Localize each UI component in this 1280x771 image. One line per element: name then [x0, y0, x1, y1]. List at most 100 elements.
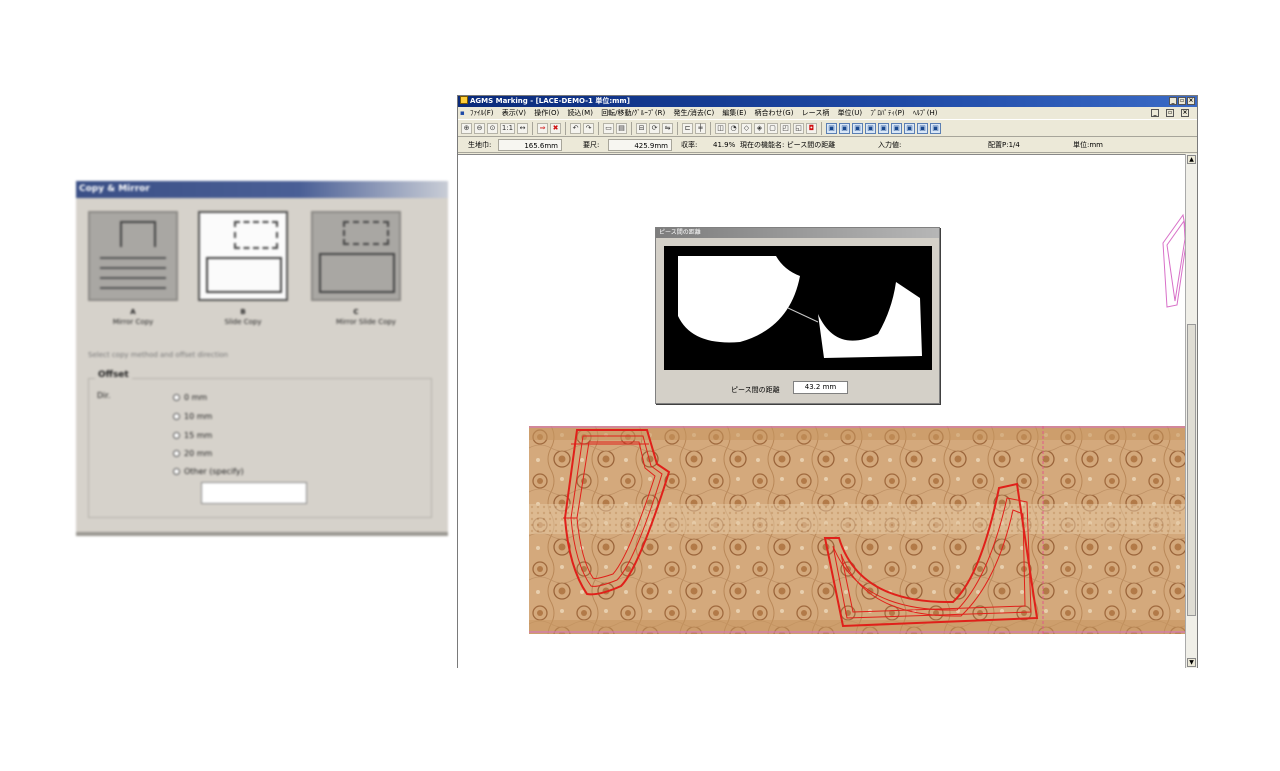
- agms-marking-window: AGMS Marking - [LACE-DEMO-1 単位:mm] _ ▫ ×…: [457, 95, 1198, 668]
- lace-tool-8-icon[interactable]: ▣: [917, 122, 928, 134]
- vertical-scrollbar[interactable]: ▲ ▼: [1185, 154, 1197, 668]
- piece-shape-icon: [120, 221, 156, 247]
- yield-label: 収率:: [681, 141, 698, 149]
- toolbar: ⊕ ⊖ ⊙ 1:1 ↔ ⇒ ✖ ↶ ↷ ▭ ▤ ⊟ ⟳ ⇋ ⊏ ╪ ◫ ◔ ◇ …: [458, 119, 1197, 137]
- radio-offset-0[interactable]: 0 mm: [173, 393, 207, 402]
- piece-distance-dialog-title: ピース間の距離: [656, 228, 939, 238]
- offset-value-input[interactable]: [201, 482, 307, 504]
- piece-group-icon[interactable]: ▢: [767, 122, 778, 134]
- lace-tool-4-icon[interactable]: ▣: [865, 122, 876, 134]
- direction-label: Dir.: [97, 391, 111, 400]
- lace-tool-2-icon[interactable]: ▣: [839, 122, 850, 134]
- menu-view[interactable]: 表示(V): [502, 109, 526, 117]
- redo-icon[interactable]: ↷: [583, 122, 594, 134]
- option-b-label: Slide Copy: [224, 318, 262, 326]
- menu-edit[interactable]: 編集(E): [722, 109, 746, 117]
- instruction-note: Select copy method and offset direction: [88, 351, 229, 359]
- marker-area-icon: [206, 257, 282, 293]
- copy-dialog-title: Copy & Mirror: [76, 181, 448, 198]
- piece-flip-icon[interactable]: ◈: [754, 122, 765, 134]
- doc-close-button[interactable]: ×: [1181, 109, 1189, 117]
- scroll-down-icon[interactable]: ▼: [1187, 658, 1196, 667]
- menu-generate-delete[interactable]: 発生/消去(C): [673, 109, 714, 117]
- menu-property[interactable]: ﾌﾟﾛﾊﾟﾃｨ(P): [870, 109, 904, 117]
- layout-single-icon[interactable]: ▭: [603, 122, 614, 134]
- minimize-button[interactable]: _: [1169, 97, 1177, 105]
- offset-group-title: Offset: [95, 370, 132, 380]
- menu-import[interactable]: 読込(M): [567, 109, 593, 117]
- fit-width-icon[interactable]: ↔: [517, 122, 528, 134]
- option-c-caption: C: [353, 308, 359, 316]
- window-title: AGMS Marking - [LACE-DEMO-1 単位:mm]: [470, 97, 630, 105]
- preview-piece-right: [818, 282, 922, 358]
- title-bar: AGMS Marking - [LACE-DEMO-1 単位:mm] _ ▫ ×: [458, 96, 1197, 107]
- option-a-label: Mirror Copy: [112, 318, 154, 326]
- restore-button[interactable]: ▫: [1178, 97, 1186, 105]
- piece-arrange-icon[interactable]: ◰: [780, 122, 791, 134]
- fabric-width-value: 165.6mm: [498, 139, 562, 151]
- piece-distance-preview: [664, 246, 932, 370]
- distance-value-field: 43.2 mm: [793, 381, 848, 394]
- option-mirror-slide-copy[interactable]: [311, 211, 401, 301]
- doc-restore-button[interactable]: ▫: [1166, 109, 1174, 117]
- lace-tool-9-icon[interactable]: ▣: [930, 122, 941, 134]
- status-bar: 生地巾: 165.6mm 要尺: 425.9mm 収率: 41.9% 現在の機能…: [458, 137, 1197, 153]
- preview-piece-left: [678, 256, 800, 343]
- radio-offset-20[interactable]: 20 mm: [173, 449, 212, 458]
- app-icon: [460, 96, 468, 104]
- lace-fabric: [529, 426, 1186, 634]
- zoom-in-icon[interactable]: ⊕: [461, 122, 472, 134]
- scroll-thumb[interactable]: [1187, 324, 1196, 616]
- menu-unit[interactable]: 単位(U): [838, 109, 863, 117]
- piece-distance-dialog: ピース間の距離 ピース間の距離 43.2 mm: [655, 227, 940, 404]
- piece-move-icon[interactable]: ◇: [741, 122, 752, 134]
- align-icon[interactable]: ⊟: [636, 122, 647, 134]
- menu-lace-pattern[interactable]: レース柄: [802, 109, 830, 117]
- piece-select-icon[interactable]: ◘: [806, 122, 817, 134]
- rotate-icon[interactable]: ⟳: [649, 122, 660, 134]
- radio-offset-15[interactable]: 15 mm: [173, 431, 212, 440]
- radio-offset-other[interactable]: Other (specify): [173, 467, 244, 476]
- layout-double-icon[interactable]: ▤: [616, 122, 627, 134]
- lace-tool-1-icon[interactable]: ▣: [826, 122, 837, 134]
- close-button[interactable]: ×: [1187, 97, 1195, 105]
- lace-tool-5-icon[interactable]: ▣: [878, 122, 889, 134]
- piece-shape-icon: [343, 221, 389, 245]
- menu-help[interactable]: ﾍﾙﾌﾟ(H): [913, 109, 938, 117]
- piece-rotate-icon[interactable]: ◔: [728, 122, 739, 134]
- menu-file[interactable]: ﾌｧｲﾙ(F): [470, 109, 494, 117]
- menu-rotate-move-group[interactable]: 回転/移動/ｸﾞﾙｰﾌﾟ(R): [601, 109, 665, 117]
- piece-copy-icon[interactable]: ◫: [715, 122, 726, 134]
- distance-icon[interactable]: ⊏: [682, 122, 693, 134]
- undo-icon[interactable]: ↶: [570, 122, 581, 134]
- input-value-label: 入力値:: [878, 141, 902, 149]
- radio-offset-10[interactable]: 10 mm: [173, 412, 212, 421]
- option-slide-copy[interactable]: [198, 211, 288, 301]
- option-c-label: Mirror Slide Copy: [336, 318, 396, 326]
- lace-tool-6-icon[interactable]: ▣: [891, 122, 902, 134]
- menu-operation[interactable]: 操作(O): [534, 109, 559, 117]
- unit-label: 単位:mm: [1073, 141, 1103, 149]
- lace-tool-7-icon[interactable]: ▣: [904, 122, 915, 134]
- doc-minimize-button[interactable]: _: [1151, 109, 1159, 117]
- required-length-value: 425.9mm: [608, 139, 672, 151]
- delete-icon[interactable]: ✖: [550, 122, 561, 134]
- zoom-out-icon[interactable]: ⊖: [474, 122, 485, 134]
- menu-bar: ▪ ﾌｧｲﾙ(F) 表示(V) 操作(O) 読込(M) 回転/移動/ｸﾞﾙｰﾌﾟ…: [458, 107, 1197, 119]
- option-mirror-copy[interactable]: [88, 211, 178, 301]
- doc-icon: ▪: [460, 109, 465, 117]
- option-a-caption: A: [130, 308, 136, 316]
- lace-tool-3-icon[interactable]: ▣: [852, 122, 863, 134]
- zoom-window-icon[interactable]: ⊙: [487, 122, 498, 134]
- scroll-up-icon[interactable]: ▲: [1187, 155, 1196, 164]
- measure-icon[interactable]: ╪: [695, 122, 706, 134]
- piece-mirror-icon[interactable]: ◱: [793, 122, 804, 134]
- menu-pattern-match[interactable]: 柄合わせ(G): [755, 109, 794, 117]
- zoom-actual-button[interactable]: 1:1: [500, 122, 515, 134]
- marking-canvas[interactable]: ピース間の距離 ピース間の距離 43.2 mm: [458, 154, 1188, 668]
- piece-shape-icon: [234, 221, 278, 249]
- move-arrow-icon[interactable]: ⇒: [537, 122, 548, 134]
- distance-label: ピース間の距離: [731, 386, 780, 394]
- flip-icon[interactable]: ⇋: [662, 122, 673, 134]
- lace-mesh-band: [529, 504, 1186, 534]
